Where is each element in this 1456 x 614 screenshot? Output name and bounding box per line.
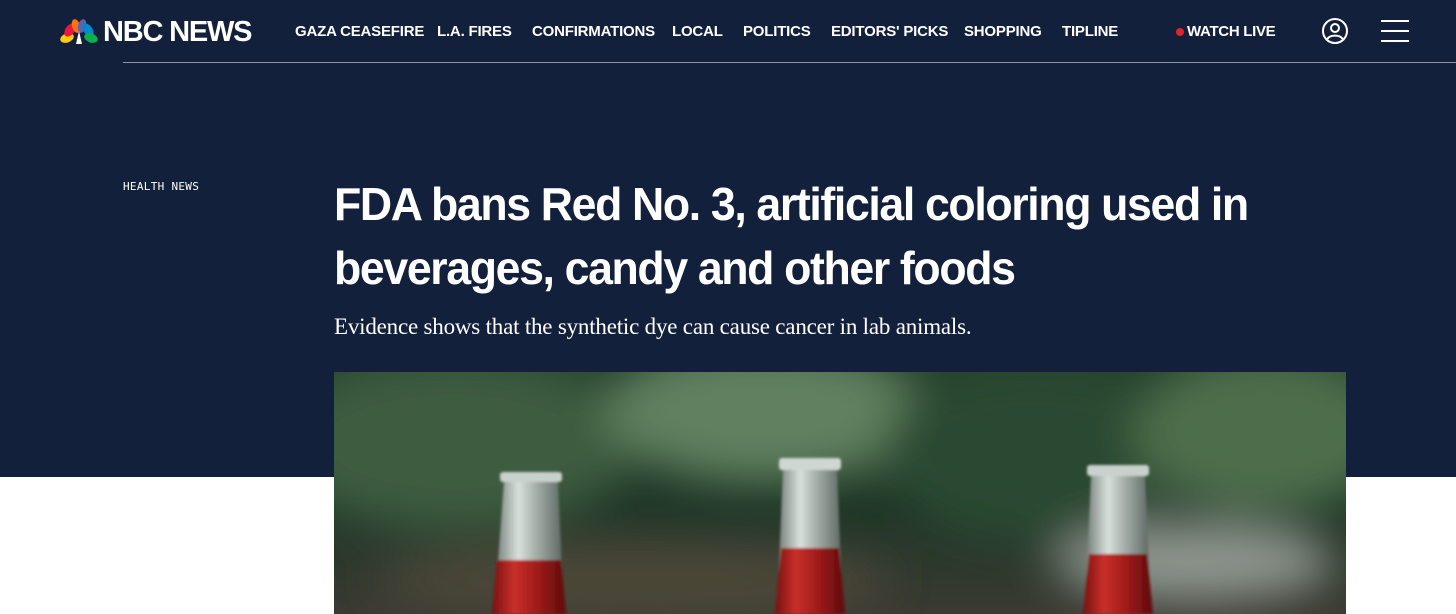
header-divider <box>123 62 1456 63</box>
article-section-label[interactable]: HEALTH NEWS <box>123 180 199 193</box>
nav-item-la-fires[interactable]: L.A. FIRES <box>437 21 512 43</box>
nbc-news-logo[interactable]: NBC NEWS <box>60 15 252 49</box>
user-icon[interactable] <box>1321 17 1349 45</box>
nav-item-politics[interactable]: POLITICS <box>743 21 811 43</box>
watch-live-link[interactable]: WATCH LIVE <box>1176 21 1276 43</box>
article-dek: Evidence shows that the synthetic dye ca… <box>334 314 972 339</box>
nav-item-tipline[interactable]: TIPLINE <box>1062 21 1118 43</box>
live-dot-icon <box>1176 28 1184 36</box>
hamburger-menu-icon[interactable] <box>1380 18 1410 44</box>
nav-item-editors-picks[interactable]: EDITORS' PICKS <box>831 21 948 43</box>
nav-item-gaza-ceasefire[interactable]: GAZA CEASEFIRE <box>295 21 424 43</box>
article-hero-image <box>334 372 1346 614</box>
article-headline: FDA bans Red No. 3, artificial coloring … <box>334 178 1249 294</box>
nav-item-local[interactable]: LOCAL <box>672 21 723 43</box>
nav-item-shopping[interactable]: SHOPPING <box>964 21 1042 43</box>
peacock-logo-icon <box>60 19 98 44</box>
nav-item-confirmations[interactable]: CONFIRMATIONS <box>532 21 655 43</box>
brand-name: NBC NEWS <box>103 15 252 48</box>
watch-live-label: WATCH LIVE <box>1187 23 1276 40</box>
